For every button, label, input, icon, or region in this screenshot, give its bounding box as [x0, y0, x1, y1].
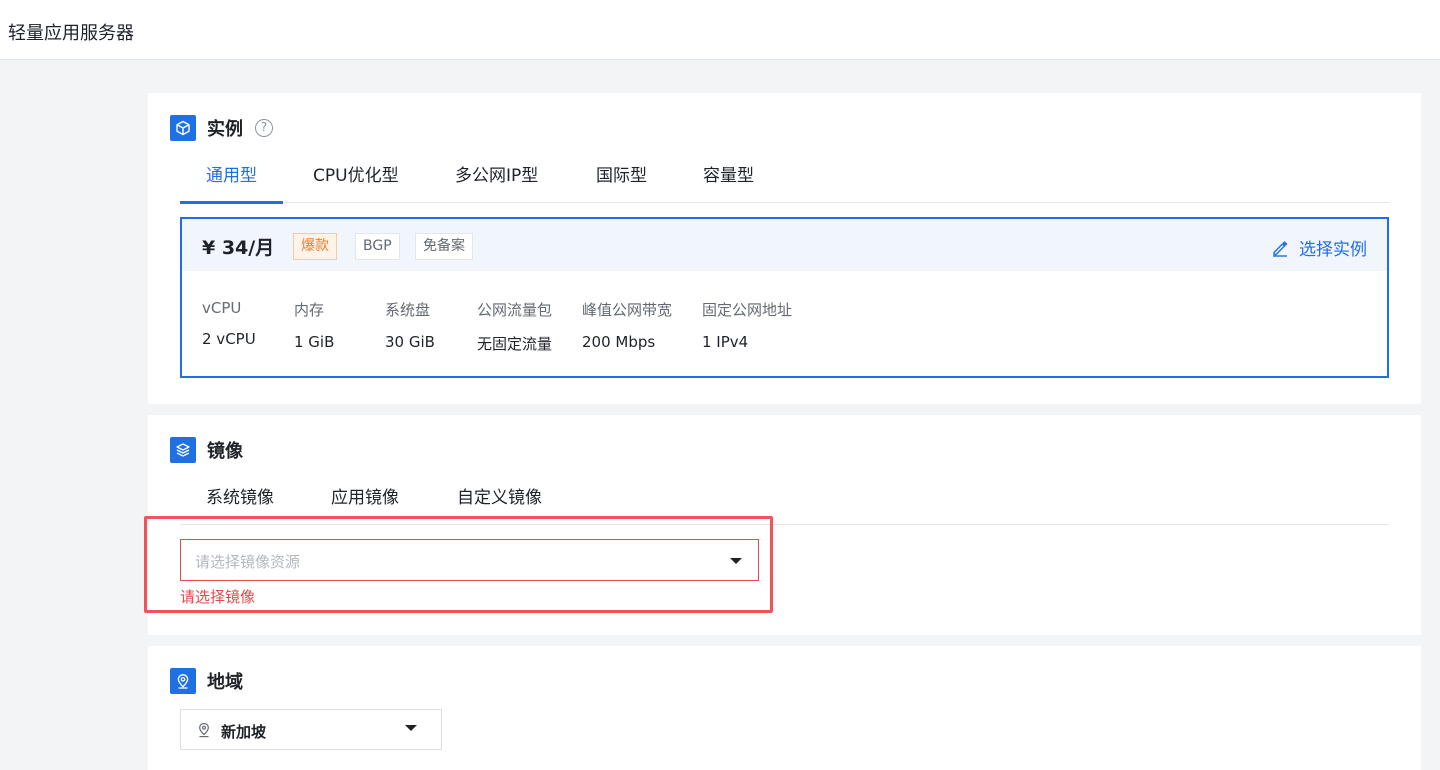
image-source-select[interactable]: 请选择镜像资源: [180, 539, 759, 581]
tab-app-image[interactable]: 应用镜像: [331, 485, 399, 525]
region-header: 地域: [170, 668, 243, 694]
caret-down-icon: [405, 725, 417, 731]
cube-icon: [170, 115, 196, 141]
image-section: 镜像 系统镜像 应用镜像 自定义镜像 请选择镜像资源 请选择镜像: [148, 415, 1421, 635]
instance-title: 实例: [207, 119, 243, 140]
spec-key: 固定公网地址: [702, 301, 793, 319]
spec-bandwidth: 峰值公网带宽 200 Mbps: [582, 299, 672, 351]
help-icon[interactable]: ?: [255, 119, 273, 137]
spec-traffic: 公网流量包 无固定流量: [477, 299, 552, 354]
spec-ip: 固定公网地址 1 IPv4: [702, 299, 792, 351]
instance-tabs: 通用型 CPU优化型 多公网IP型 国际型 容量型: [180, 163, 1389, 204]
tab-capacity[interactable]: 容量型: [703, 163, 754, 203]
spec-value: 无固定流量: [477, 335, 553, 353]
location-pin-icon: [170, 668, 196, 694]
image-title: 镜像: [207, 441, 243, 462]
spec-value: 30 GiB: [385, 333, 435, 351]
spec-key: 系统盘: [385, 301, 431, 319]
spec-value: 1 IPv4: [702, 333, 749, 351]
layers-icon: [170, 437, 196, 463]
tab-system-image[interactable]: 系统镜像: [206, 485, 274, 525]
tab-multi-ip[interactable]: 多公网IP型: [455, 163, 538, 203]
tab-cpu-optimized[interactable]: CPU优化型: [313, 163, 399, 203]
instance-section: 实例 ? 通用型 CPU优化型 多公网IP型 国际型 容量型 ¥ 34/月 爆款…: [148, 93, 1421, 404]
choose-instance-button[interactable]: 选择实例: [1271, 235, 1367, 260]
image-error-message: 请选择镜像: [180, 588, 256, 606]
hot-badge: 爆款: [293, 233, 337, 260]
spec-vcpu: vCPU 2 vCPU: [202, 299, 256, 348]
region-title: 地域: [207, 672, 243, 693]
edit-icon: [1273, 240, 1288, 257]
spec-value: 2 vCPU: [202, 330, 256, 348]
spec-memory: 内存 1 GiB: [294, 299, 334, 351]
spec-disk: 系统盘 30 GiB: [385, 299, 435, 351]
price-label: ¥ 34/月: [202, 237, 275, 259]
spec-value: 200 Mbps: [582, 333, 656, 351]
no-filing-badge: 免备案: [415, 233, 473, 260]
spec-key: vCPU: [202, 299, 242, 317]
image-tabs: 系统镜像 应用镜像 自定义镜像: [180, 485, 1389, 525]
instance-card-header: ¥ 34/月 爆款 BGP 免备案 选择实例: [182, 219, 1387, 271]
spec-key: 公网流量包: [477, 301, 553, 319]
spec-key: 峰值公网带宽: [582, 301, 673, 319]
region-section: 地域 新加坡: [148, 646, 1421, 770]
region-select[interactable]: 新加坡: [180, 709, 442, 750]
region-value: 新加坡: [221, 723, 267, 741]
top-bar: 轻量应用服务器: [0, 0, 1440, 60]
image-select-placeholder: 请选择镜像资源: [195, 553, 301, 571]
tab-international[interactable]: 国际型: [596, 163, 647, 203]
image-header: 镜像: [170, 437, 243, 463]
bgp-badge: BGP: [355, 233, 400, 260]
instance-header: 实例 ?: [170, 115, 273, 141]
location-icon: [199, 722, 209, 738]
selected-instance-card[interactable]: ¥ 34/月 爆款 BGP 免备案 选择实例 vCPU 2 vCPU 内存 1 …: [180, 217, 1389, 378]
page-title: 轻量应用服务器: [8, 23, 134, 44]
caret-down-icon: [730, 558, 742, 564]
spec-value: 1 GiB: [294, 333, 335, 351]
choose-instance-label: 选择实例: [1299, 240, 1367, 260]
tab-general[interactable]: 通用型: [180, 163, 283, 204]
spec-key: 内存: [294, 301, 325, 319]
tab-custom-image[interactable]: 自定义镜像: [457, 485, 542, 525]
